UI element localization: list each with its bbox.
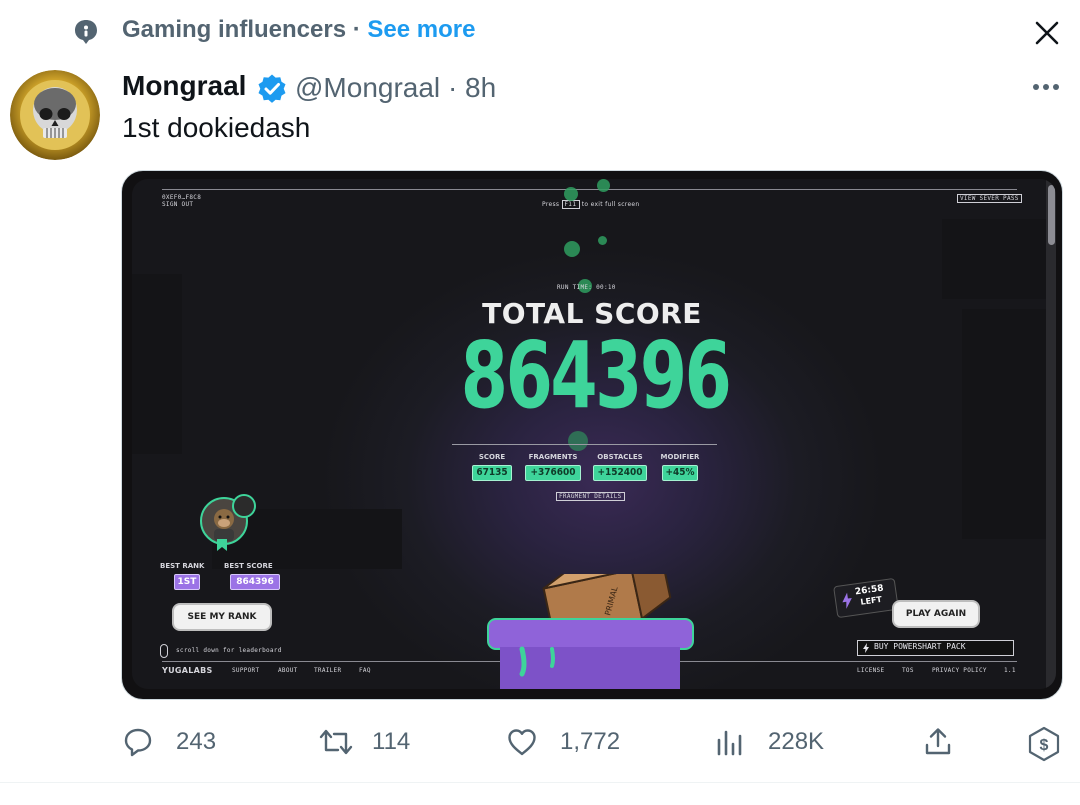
- scrollbar-thumb[interactable]: [1048, 185, 1055, 245]
- time-left-card: 26:58 LEFT: [833, 577, 899, 619]
- handle-separator: ·: [447, 72, 458, 103]
- top-divider: [162, 189, 1017, 190]
- yugalabs-logo[interactable]: YUGALABS: [162, 666, 213, 675]
- reply-count: 243: [176, 728, 217, 755]
- verified-badge-icon[interactable]: [256, 73, 288, 105]
- heart-icon: [508, 729, 536, 756]
- see-my-rank-button[interactable]: SEE MY RANK: [174, 605, 270, 629]
- like-count: 1,772: [560, 728, 621, 755]
- version-label: 1.1: [1004, 667, 1016, 674]
- dollar-tip-icon: $: [1028, 726, 1060, 762]
- svg-text:$: $: [1040, 737, 1049, 754]
- badge-avatar: [232, 494, 256, 518]
- bubble: [597, 179, 610, 192]
- share-button[interactable]: [922, 726, 954, 758]
- footer-link-support[interactable]: SUPPORT: [232, 667, 259, 674]
- bubble: [564, 187, 578, 201]
- scrollbar[interactable]: [1046, 179, 1056, 689]
- maze-block: [942, 219, 1052, 299]
- view-server-pass-button[interactable]: VIEW SEVER PASS: [957, 194, 1022, 203]
- footer-link-license[interactable]: LICENSE: [857, 667, 884, 674]
- score-divider: [452, 444, 717, 445]
- footer-link-faq[interactable]: FAQ: [359, 667, 371, 674]
- author-name[interactable]: Mongraal: [122, 70, 246, 102]
- best-rank-label: BEST RANK: [160, 562, 205, 570]
- post-time[interactable]: 8h: [465, 72, 496, 103]
- bottom-divider: [0, 782, 1080, 783]
- author-avatar[interactable]: [10, 70, 100, 160]
- footer-link-trailer[interactable]: TRAILER: [314, 667, 341, 674]
- author-handle[interactable]: @Mongraal: [295, 72, 440, 103]
- maze-block: [962, 309, 1052, 539]
- sign-out-link[interactable]: SIGN OUT: [162, 201, 193, 208]
- game-screenshot: 0XEF0…F8C8 SIGN OUT Press F11 to exit fu…: [132, 179, 1056, 689]
- fullscreen-hint: Press F11 to exit full screen: [542, 200, 640, 209]
- retweet-button[interactable]: 114: [318, 726, 428, 758]
- fragment-details-button[interactable]: FRAGMENT DETAILS: [556, 492, 625, 501]
- bubble: [568, 431, 588, 451]
- buy-pack-label: BUY POWERSHART PACK: [874, 642, 966, 651]
- stat-value-score: 67135: [472, 465, 512, 481]
- pipe-illustration: PRIMAL: [487, 546, 694, 689]
- retweet-count: 114: [372, 728, 411, 755]
- footer-link-about[interactable]: ABOUT: [278, 667, 298, 674]
- context-separator: ·: [352, 16, 361, 43]
- best-score-label: BEST SCORE: [224, 562, 273, 570]
- tweet-text: 1st dookiedash: [122, 112, 311, 143]
- context-text: Gaming influencers · See more: [122, 16, 475, 44]
- retweet-icon: [319, 729, 353, 755]
- total-score-value: 864396: [460, 322, 732, 429]
- more-options-icon[interactable]: [1028, 74, 1064, 100]
- reply-icon: [124, 728, 152, 757]
- timer-left-label: LEFT: [859, 594, 883, 607]
- author-handle-and-time: @Mongraal · 8h: [295, 72, 496, 104]
- best-rank-value: 1ST: [174, 574, 200, 590]
- best-score-value: 864396: [230, 574, 280, 590]
- fullscreen-press-text: Press: [542, 201, 560, 208]
- see-more-link[interactable]: See more: [367, 16, 475, 43]
- wallet-address: 0XEF0…F8C8: [162, 194, 202, 201]
- bubble: [598, 236, 607, 245]
- stat-value-modifier: +45%: [662, 465, 698, 481]
- bolt-icon: [863, 643, 869, 653]
- fullscreen-rest-text: to exit full screen: [581, 201, 640, 208]
- stat-label-obstacles: OBSTACLES: [597, 453, 643, 461]
- bubble: [564, 241, 580, 257]
- buy-pack-button[interactable]: BUY POWERSHART PACK: [857, 640, 1014, 656]
- topic-icon: [75, 20, 97, 44]
- stat-label-modifier: MODIFIER: [660, 453, 700, 461]
- stat-value-fragments: +376600: [525, 465, 581, 481]
- play-again-button[interactable]: PLAY AGAIN: [894, 602, 978, 626]
- like-button[interactable]: 1,772: [506, 726, 636, 758]
- rank-ribbon-icon: [217, 539, 227, 551]
- views-count: 228K: [768, 728, 825, 755]
- f11-key: F11: [561, 200, 580, 209]
- scroll-hint: scroll down for leaderboard: [176, 647, 282, 654]
- pipe-with-box: PRIMAL: [482, 546, 697, 689]
- share-icon: [925, 728, 951, 755]
- maze-block: [132, 274, 182, 454]
- stat-label-fragments: FRAGMENTS: [528, 453, 578, 461]
- mouse-scroll-icon: [160, 644, 168, 658]
- run-time: RUN TIME: 00:10: [557, 284, 616, 291]
- topic-label: Gaming influencers: [122, 16, 347, 43]
- social-context-row: Gaming influencers · See more: [0, 0, 1080, 62]
- lightning-icon: [842, 592, 852, 609]
- tip-button[interactable]: $: [1026, 726, 1062, 762]
- analytics-icon: [717, 730, 742, 756]
- stat-value-obstacles: +152400: [593, 465, 647, 481]
- media-card[interactable]: 0XEF0…F8C8 SIGN OUT Press F11 to exit fu…: [121, 170, 1063, 700]
- stat-label-score: SCORE: [478, 453, 506, 461]
- skull-avatar-image: [10, 70, 100, 160]
- close-icon[interactable]: [1030, 16, 1064, 50]
- views-button[interactable]: 228K: [714, 726, 844, 758]
- footer-link-privacy[interactable]: PRIVACY POLICY: [932, 667, 987, 674]
- footer-link-tos[interactable]: TOS: [902, 667, 914, 674]
- reply-button[interactable]: 243: [122, 726, 242, 758]
